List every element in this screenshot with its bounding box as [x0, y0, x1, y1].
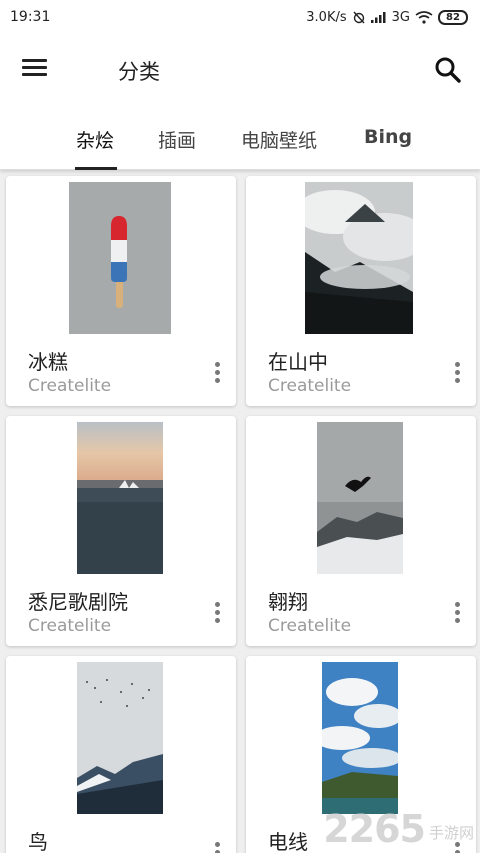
- wallpaper-thumbnail: [77, 422, 163, 574]
- wallpaper-card[interactable]: 悉尼歌剧院 Createlite: [6, 416, 236, 646]
- menu-button[interactable]: [22, 56, 52, 84]
- wifi-icon: [415, 10, 433, 24]
- card-title: 悉尼歌剧院: [28, 590, 128, 614]
- wallpaper-thumbnail: [305, 182, 413, 334]
- app-bar: 分类: [0, 34, 480, 106]
- screen: 19:31 3.0K/s 3G 82 分类 杂烩 插画 电脑壁纸 Bing 冰糕…: [0, 0, 480, 853]
- wallpaper-thumbnail: [77, 662, 163, 814]
- tab-bing[interactable]: Bing: [364, 126, 412, 148]
- tab-misc[interactable]: 杂烩: [76, 126, 114, 153]
- card-title: 电线: [268, 830, 308, 853]
- status-bar: 19:31 3.0K/s 3G 82: [0, 0, 480, 34]
- more-options-icon[interactable]: [212, 842, 222, 853]
- menu-icon-line: [22, 73, 47, 76]
- card-author: Createlite: [28, 616, 112, 636]
- card-author: Createlite: [268, 616, 352, 636]
- more-options-icon[interactable]: [452, 362, 462, 388]
- net-speed: 3.0K/s: [306, 9, 347, 25]
- watermark-number: 2265: [323, 807, 426, 851]
- network-type: 3G: [391, 9, 410, 25]
- wallpaper-thumbnail: [317, 422, 403, 574]
- menu-icon-line: [22, 66, 47, 69]
- card-author: Createlite: [268, 376, 352, 396]
- more-options-icon[interactable]: [452, 602, 462, 628]
- category-tabs: 杂烩 插画 电脑壁纸 Bing: [0, 106, 480, 170]
- card-title: 翱翔: [268, 590, 308, 614]
- card-title: 冰糕: [28, 350, 68, 374]
- card-author: Createlite: [28, 376, 112, 396]
- card-title: 鸟: [28, 830, 48, 853]
- alarm-off-icon: [353, 11, 365, 24]
- wallpaper-card[interactable]: 翱翔 Createlite: [246, 416, 476, 646]
- status-icons: 3.0K/s 3G 82: [306, 9, 468, 25]
- watermark-logo: 2265 手游网: [323, 807, 474, 851]
- wallpaper-grid: 冰糕 Createlite 在山中 Createlite 悉尼歌剧院 Creat…: [0, 170, 480, 853]
- wallpaper-card[interactable]: 鸟: [6, 656, 236, 853]
- watermark-text: 手游网: [428, 824, 474, 842]
- page-title: 分类: [118, 60, 160, 84]
- menu-icon-line: [22, 59, 47, 62]
- more-options-icon[interactable]: [212, 602, 222, 628]
- card-title: 在山中: [268, 350, 328, 374]
- tab-illustration[interactable]: 插画: [158, 126, 196, 153]
- search-icon[interactable]: [432, 54, 464, 86]
- signal-icon: [370, 12, 386, 23]
- wallpaper-card[interactable]: 在山中 Createlite: [246, 176, 476, 406]
- more-options-icon[interactable]: [212, 362, 222, 388]
- tab-desktop-wallpaper[interactable]: 电脑壁纸: [241, 126, 317, 153]
- battery-indicator: 82: [438, 9, 468, 25]
- wallpaper-thumbnail: [69, 182, 171, 334]
- wallpaper-thumbnail: [322, 662, 398, 814]
- wallpaper-card[interactable]: 冰糕 Createlite: [6, 176, 236, 406]
- status-time: 19:31: [10, 9, 51, 25]
